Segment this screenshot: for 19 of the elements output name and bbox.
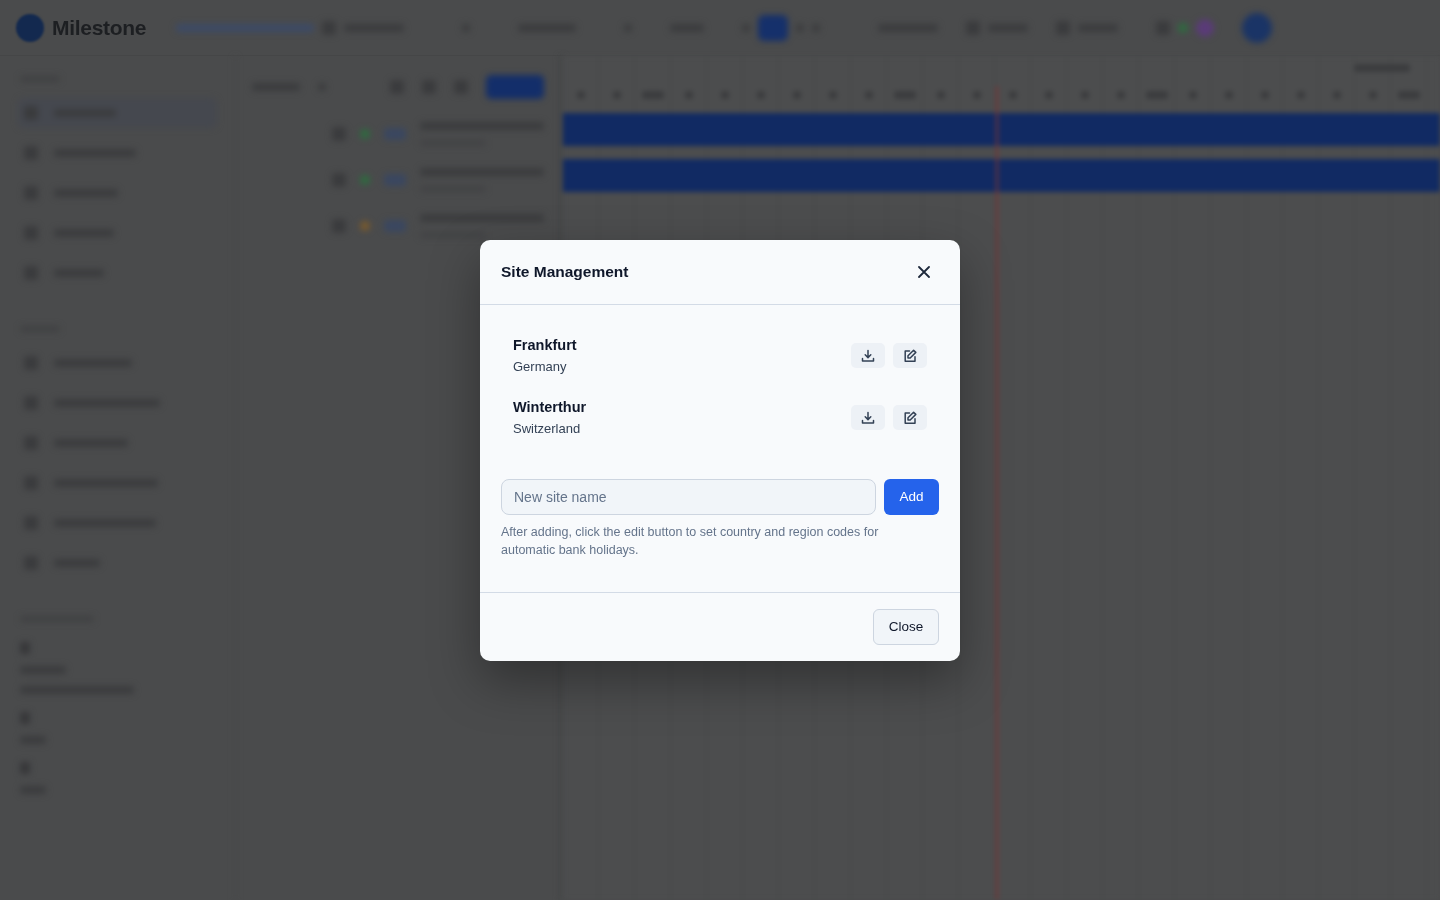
logo-icon [16,14,44,42]
site-country: Switzerland [513,419,582,438]
download-button[interactable] [851,405,885,430]
dialog-title: Site Management [501,262,629,281]
close-dialog-button[interactable]: Close [873,608,939,645]
edit-icon [903,410,917,425]
site-country: Germany [513,357,568,376]
edit-button[interactable] [893,343,927,368]
close-icon [918,265,930,278]
new-site-input[interactable]: New site name [501,478,876,515]
download-icon [861,348,875,363]
add-button[interactable]: Add [884,478,939,515]
download-button[interactable] [851,343,885,368]
hint-text: After adding, click the edit button to set country and region codes for automatic bank holidays. [501,523,880,559]
edit-button[interactable] [893,405,927,430]
site-name: Frankfurt [513,335,577,355]
site-name: Winterthur [513,397,587,417]
download-icon [861,410,875,425]
edit-icon [903,348,917,363]
